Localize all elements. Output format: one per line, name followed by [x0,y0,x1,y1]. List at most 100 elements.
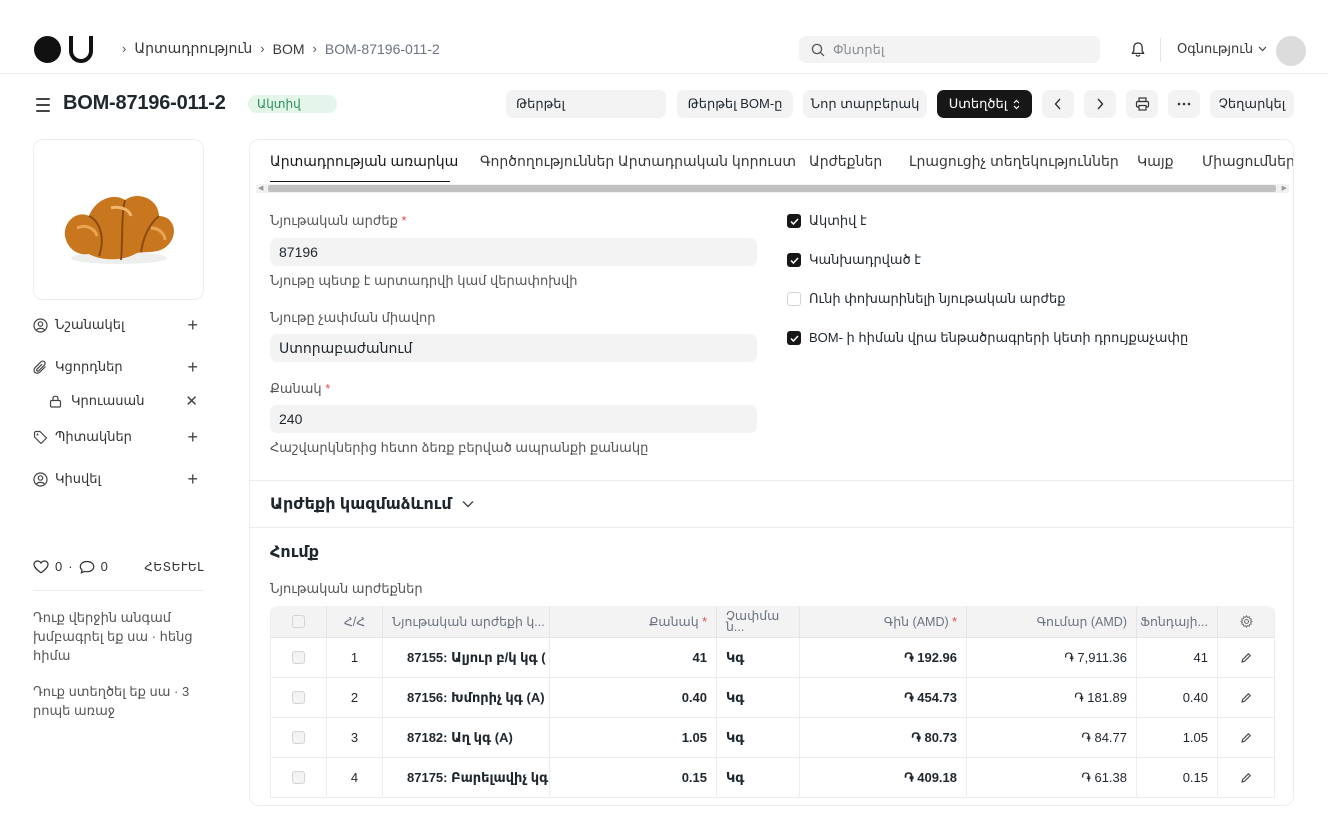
likes-count: 0 [55,559,63,574]
share-row[interactable]: Կիսվել + [33,470,204,488]
tab-costing[interactable]: Արժեքներ [809,153,882,170]
page-head: BOM-87196-011-2 Ակտիվ Թերթել Թերթել BOM-… [0,74,1328,136]
row-item[interactable]: 87182: Աղ կգ (A) [383,718,550,757]
create-button[interactable]: Ստեղծել [937,90,1032,118]
cancel-button[interactable]: Չեղարկել [1210,90,1294,118]
sidebar-divider [33,590,204,591]
more-options-button[interactable] [1168,90,1200,118]
allow-alternative-checkbox[interactable]: Ունի փոխարինելի նյութական արժեք [787,291,1066,307]
table-row[interactable]: 2 87156: Խմորիչ կգ (A) 0.40 Կգ ֏ 454.73 … [271,678,1274,718]
column-header-uom: Չափմա ն... [717,606,800,637]
select-all-checkbox[interactable] [271,606,327,637]
engagement-row: 0 · 0 ՀԵՏԵՒԵԼ [33,559,204,574]
table-row[interactable]: 3 87182: Աղ կգ (A) 1.05 Կգ ֏ 80.73 ֏ 84.… [271,718,1274,758]
print-button[interactable] [1126,90,1158,118]
browse-bom-button[interactable]: Թերթել BOM-ը [677,90,793,118]
row-rate[interactable]: ֏ 80.73 [800,718,967,757]
add-icon[interactable]: + [187,428,198,446]
is-default-checkbox[interactable]: Կանխադրված է [787,252,921,268]
subassembly-rate-checkbox[interactable]: BOM- ի հիման վրա ենթածրագրերի կետի դրույ… [787,330,1188,346]
row-amount: ֏ 181.89 [967,678,1137,717]
new-version-button[interactable]: Նոր տարբերակ [803,90,927,118]
row-qty[interactable]: 0.40 [550,678,717,717]
breadcrumb-current[interactable]: BOM-87196-011-2 [325,41,440,57]
row-rate[interactable]: ֏ 454.73 [800,678,967,717]
row-checkbox[interactable] [271,758,327,797]
breadcrumb-manufacturing[interactable]: Արտադրություն [134,40,252,57]
chevron-down-icon [1258,46,1267,52]
quantity-field[interactable]: 240 [270,405,757,433]
tab-scrap[interactable]: Արտադրական կորուստ [618,153,796,170]
attachment-file-name[interactable]: Կրուասան [71,393,144,409]
row-item[interactable]: 87156: Խմորիչ կգ (A) [383,678,550,717]
column-settings[interactable] [1218,606,1274,637]
comment-icon[interactable] [79,560,95,574]
row-rate[interactable]: ֏ 192.96 [800,638,967,677]
row-item[interactable]: 87175: Բարելավիչ կգ [383,758,550,797]
row-amount: ֏ 61.38 [967,758,1137,797]
follow-button[interactable]: ՀԵՏԵՒԵԼ [144,560,204,574]
checkbox-checked-icon [787,214,801,228]
checkbox-unchecked-icon [787,292,801,306]
share-label: Կիսվել [55,471,102,486]
tab-connections[interactable]: Միացումներ [1202,153,1293,170]
tab-website[interactable]: Կայք [1137,153,1174,170]
row-checkbox[interactable] [271,678,327,717]
bell-icon[interactable] [1130,41,1146,58]
add-icon[interactable]: + [187,316,198,334]
close-icon[interactable]: ✕ [185,394,198,409]
row-edit-button[interactable] [1218,638,1274,677]
table-row[interactable]: 1 87155: Ալյուր բ/կ կգ ( 41 Կգ ֏ 192.96 … [271,638,1274,678]
uom-field[interactable]: Ստորաբաժանում [270,334,757,362]
attachment-file-row[interactable]: Կրուասան ✕ [33,393,204,409]
row-stock-qty: 41 [1137,638,1218,677]
tab-operations[interactable]: Գործողություններ [480,153,614,170]
tabs-scrollbar[interactable]: ◀ ▶ [256,184,1289,193]
scroll-right-icon[interactable]: ▶ [1282,184,1287,193]
row-amount: ֏ 84.77 [967,718,1137,757]
row-idx: 2 [327,678,383,717]
scrollbar-thumb[interactable] [268,185,1276,192]
row-qty[interactable]: 0.15 [550,758,717,797]
row-uom[interactable]: Կգ [717,678,800,717]
costing-section-header[interactable]: Արժեքի կազմաձևում [270,494,474,514]
tab-more-info[interactable]: Լրացուցիչ տեղեկություններ [909,153,1119,170]
search-bar[interactable] [799,36,1100,63]
app-logo[interactable] [34,34,93,64]
breadcrumb-bom[interactable]: BOM [273,41,305,57]
is-active-checkbox[interactable]: Ակտիվ է [787,213,867,229]
row-uom[interactable]: Կգ [717,718,800,757]
previous-button[interactable] [1042,90,1074,118]
row-edit-button[interactable] [1218,678,1274,717]
browse-filter-input[interactable]: Թերթել [506,90,666,118]
row-qty[interactable]: 41 [550,638,717,677]
row-edit-button[interactable] [1218,718,1274,757]
row-checkbox[interactable] [271,718,327,757]
help-dropdown[interactable]: Օգնություն [1177,41,1267,57]
next-button[interactable] [1084,90,1116,118]
table-header: Հ/Հ Նյութական արժեքի կ... Քանակ * Չափմա … [271,606,1274,638]
row-edit-button[interactable] [1218,758,1274,797]
row-uom[interactable]: Կգ [717,758,800,797]
tab-production-item[interactable]: Արտադրության առարկա [270,153,458,170]
add-icon[interactable]: + [187,358,198,376]
row-checkbox[interactable] [271,638,327,677]
search-input[interactable] [833,42,1083,57]
row-item[interactable]: 87155: Ալյուր բ/կ կգ ( [383,638,550,677]
hamburger-menu-icon[interactable] [36,98,50,116]
avatar[interactable] [1276,36,1306,66]
row-uom[interactable]: Կգ [717,638,800,677]
row-rate[interactable]: ֏ 409.18 [800,758,967,797]
printer-icon [1135,97,1149,111]
assign-row[interactable]: Նշանակել + [33,316,204,334]
item-image[interactable] [33,139,204,300]
pencil-icon [1241,772,1251,783]
row-qty[interactable]: 1.05 [550,718,717,757]
scroll-left-icon[interactable]: ◀ [258,184,263,193]
add-icon[interactable]: + [187,470,198,488]
item-field[interactable]: 87196 [270,238,757,266]
tags-row[interactable]: Պիտակներ + [33,428,204,446]
table-row[interactable]: 4 87175: Բարելավիչ կգ 0.15 Կգ ֏ 409.18 ֏… [271,758,1274,798]
heart-icon[interactable] [33,559,49,574]
attachments-row[interactable]: Կցորդներ + [33,358,204,376]
